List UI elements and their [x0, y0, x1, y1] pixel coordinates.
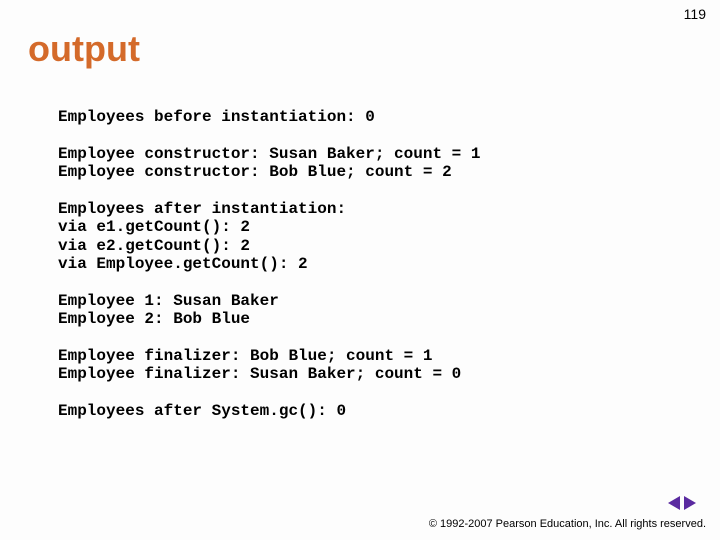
- slide-title: output: [28, 28, 140, 70]
- prev-icon[interactable]: [668, 496, 680, 510]
- nav-controls: [668, 496, 696, 510]
- slide: 119 output Employees before instantiatio…: [0, 0, 720, 540]
- output-code: Employees before instantiation: 0 Employ…: [58, 108, 480, 421]
- page-number: 119: [684, 6, 706, 22]
- next-icon[interactable]: [684, 496, 696, 510]
- copyright-footer: © 1992-2007 Pearson Education, Inc. All …: [429, 518, 706, 530]
